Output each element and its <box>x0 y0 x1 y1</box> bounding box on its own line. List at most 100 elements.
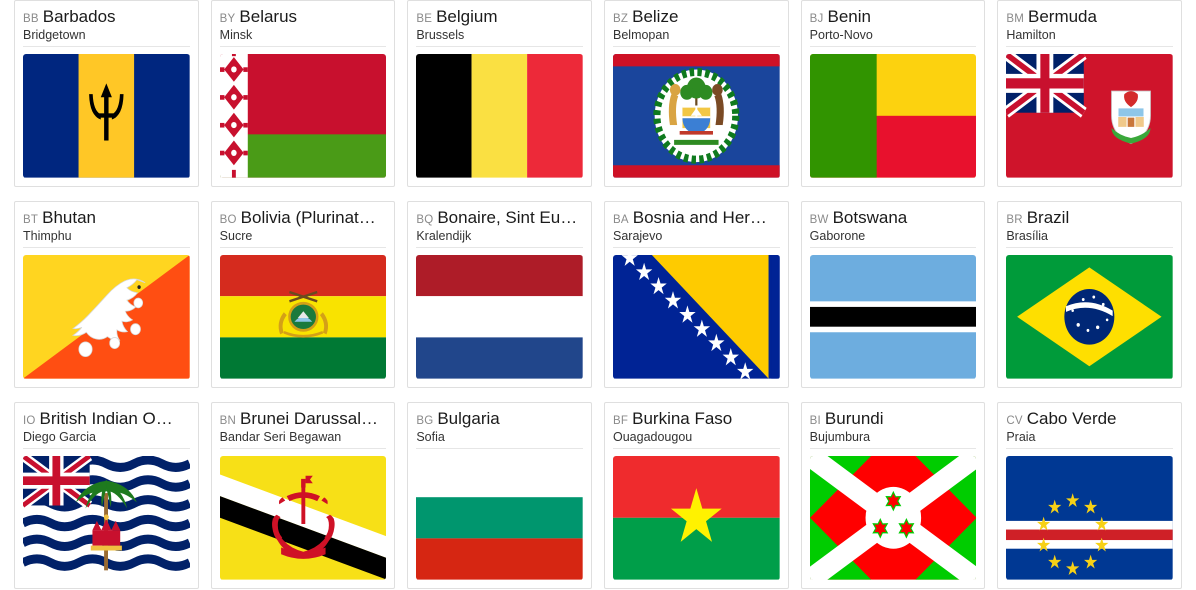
country-card[interactable]: BB Barbados Bridgetown <box>14 0 199 187</box>
country-code: BF <box>613 415 629 427</box>
country-name: Belgium <box>436 7 498 26</box>
country-title: BT Bhutan <box>23 208 190 228</box>
country-card[interactable]: BA Bosnia and Her… Sarajevo <box>604 201 789 388</box>
country-card[interactable]: BZ Belize Belmopan <box>604 0 789 187</box>
barbados-flag <box>23 54 190 178</box>
capital-city: Brasília <box>1006 229 1173 249</box>
flag-container <box>1006 456 1173 580</box>
country-code: BW <box>809 214 829 226</box>
capital-city: Gaborone <box>809 229 977 249</box>
country-card[interactable]: BR Brazil Brasília <box>997 201 1182 388</box>
country-card[interactable]: BM Bermuda Hamilton <box>997 0 1182 187</box>
belize-flag <box>613 54 780 178</box>
country-code: BO <box>219 214 237 226</box>
country-code: BE <box>416 13 433 25</box>
capital-city: Diego Garcia <box>23 430 190 450</box>
capital-city: Brussels <box>416 28 583 48</box>
belgium-flag <box>416 54 583 178</box>
country-title: BE Belgium <box>416 7 583 27</box>
country-title: BA Bosnia and Her… <box>613 208 780 228</box>
capital-city: Sarajevo <box>613 229 780 249</box>
country-title: BZ Belize <box>613 7 780 27</box>
capital-city: Bujumbura <box>809 430 977 450</box>
country-card[interactable]: BJ Benin Porto-Novo <box>800 0 986 187</box>
botswana-flag <box>809 255 977 379</box>
country-name: Burundi <box>824 409 884 428</box>
capital-city: Belmopan <box>613 28 780 48</box>
country-card[interactable]: BI Burundi Bujumbura <box>800 402 986 589</box>
country-card[interactable]: BN Brunei Darussal… Bandar Seri Begawan <box>210 402 396 589</box>
country-name: Belize <box>632 7 679 26</box>
belarus-flag <box>219 54 387 178</box>
country-title: BI Burundi <box>810 409 977 429</box>
country-title: BQ Bonaire, Sint Eu… <box>416 208 583 228</box>
country-code: BM <box>1006 13 1024 25</box>
country-name: Bulgaria <box>437 409 500 428</box>
country-title: BO Bolivia (Plurinat… <box>220 208 387 228</box>
flag-container <box>809 456 977 580</box>
country-card[interactable]: BF Burkina Faso Ouagadougou <box>604 402 789 589</box>
country-title: BY Belarus <box>220 7 387 27</box>
country-code: BB <box>23 13 39 25</box>
flag-container <box>23 456 190 580</box>
bermuda-flag <box>1006 54 1173 178</box>
country-name: Cabo Verde <box>1026 409 1117 428</box>
country-title: BJ Benin <box>810 7 977 27</box>
country-title: BG Bulgaria <box>416 409 583 429</box>
country-title: IO British Indian O… <box>23 409 190 429</box>
country-code: BJ <box>809 13 824 25</box>
country-name: Barbados <box>42 7 116 26</box>
flag-container <box>219 255 387 379</box>
flag-container <box>809 54 977 178</box>
country-code: BG <box>416 415 434 427</box>
country-title: BB Barbados <box>23 7 190 27</box>
bulgaria-flag <box>416 456 583 580</box>
country-card[interactable]: BG Bulgaria Sofia <box>407 402 592 589</box>
bolivia-flag <box>219 255 387 379</box>
capital-city: Thimphu <box>23 229 190 249</box>
country-title: CV Cabo Verde <box>1006 409 1173 429</box>
country-title: BW Botswana <box>810 208 977 228</box>
country-code: BI <box>809 415 821 427</box>
flag-container <box>613 255 780 379</box>
capital-city: Sofia <box>416 430 583 450</box>
country-title: BM Bermuda <box>1006 7 1173 27</box>
capital-city: Ouagadougou <box>613 430 780 450</box>
flag-container <box>219 456 387 580</box>
capital-city: Porto-Novo <box>809 28 977 48</box>
country-card[interactable]: BT Bhutan Thimphu <box>14 201 199 388</box>
country-title: BN Brunei Darussal… <box>220 409 387 429</box>
flag-container <box>219 54 387 178</box>
country-flag-grid: BB Barbados Bridgetown BY Belarus Minsk BE Belg… <box>0 0 1196 589</box>
brunei-flag <box>219 456 387 580</box>
country-name: Brunei Darussal… <box>240 409 378 428</box>
country-title: BR Brazil <box>1006 208 1173 228</box>
capital-city: Minsk <box>219 28 387 48</box>
country-code: BT <box>23 214 39 226</box>
country-code: BN <box>219 415 237 427</box>
country-code: BR <box>1006 214 1023 226</box>
flag-container <box>23 255 190 379</box>
country-title: BF Burkina Faso <box>613 409 780 429</box>
country-code: BY <box>219 13 236 25</box>
flag-container <box>613 54 780 178</box>
capital-city: Praia <box>1006 430 1173 450</box>
capital-city: Bandar Seri Begawan <box>219 430 387 450</box>
country-card[interactable]: BW Botswana Gaborone <box>800 201 986 388</box>
country-code: CV <box>1006 415 1023 427</box>
country-name: Bonaire, Sint Eu… <box>437 208 578 227</box>
british-indian-ocean-territory-flag <box>23 456 190 580</box>
country-card[interactable]: IO British Indian O… Diego Garcia <box>14 402 199 589</box>
country-card[interactable]: CV Cabo Verde Praia <box>997 402 1182 589</box>
country-card[interactable]: BO Bolivia (Plurinat… Sucre <box>210 201 396 388</box>
brazil-flag <box>1006 255 1173 379</box>
country-card[interactable]: BY Belarus Minsk <box>210 0 396 187</box>
country-code: IO <box>23 415 36 427</box>
bhutan-flag <box>23 255 190 379</box>
country-card[interactable]: BE Belgium Brussels <box>407 0 592 187</box>
flag-container <box>416 54 583 178</box>
country-card[interactable]: BQ Bonaire, Sint Eu… Kralendijk <box>407 201 592 388</box>
flag-container <box>416 456 583 580</box>
benin-flag <box>809 54 977 178</box>
country-name: Benin <box>827 7 871 26</box>
